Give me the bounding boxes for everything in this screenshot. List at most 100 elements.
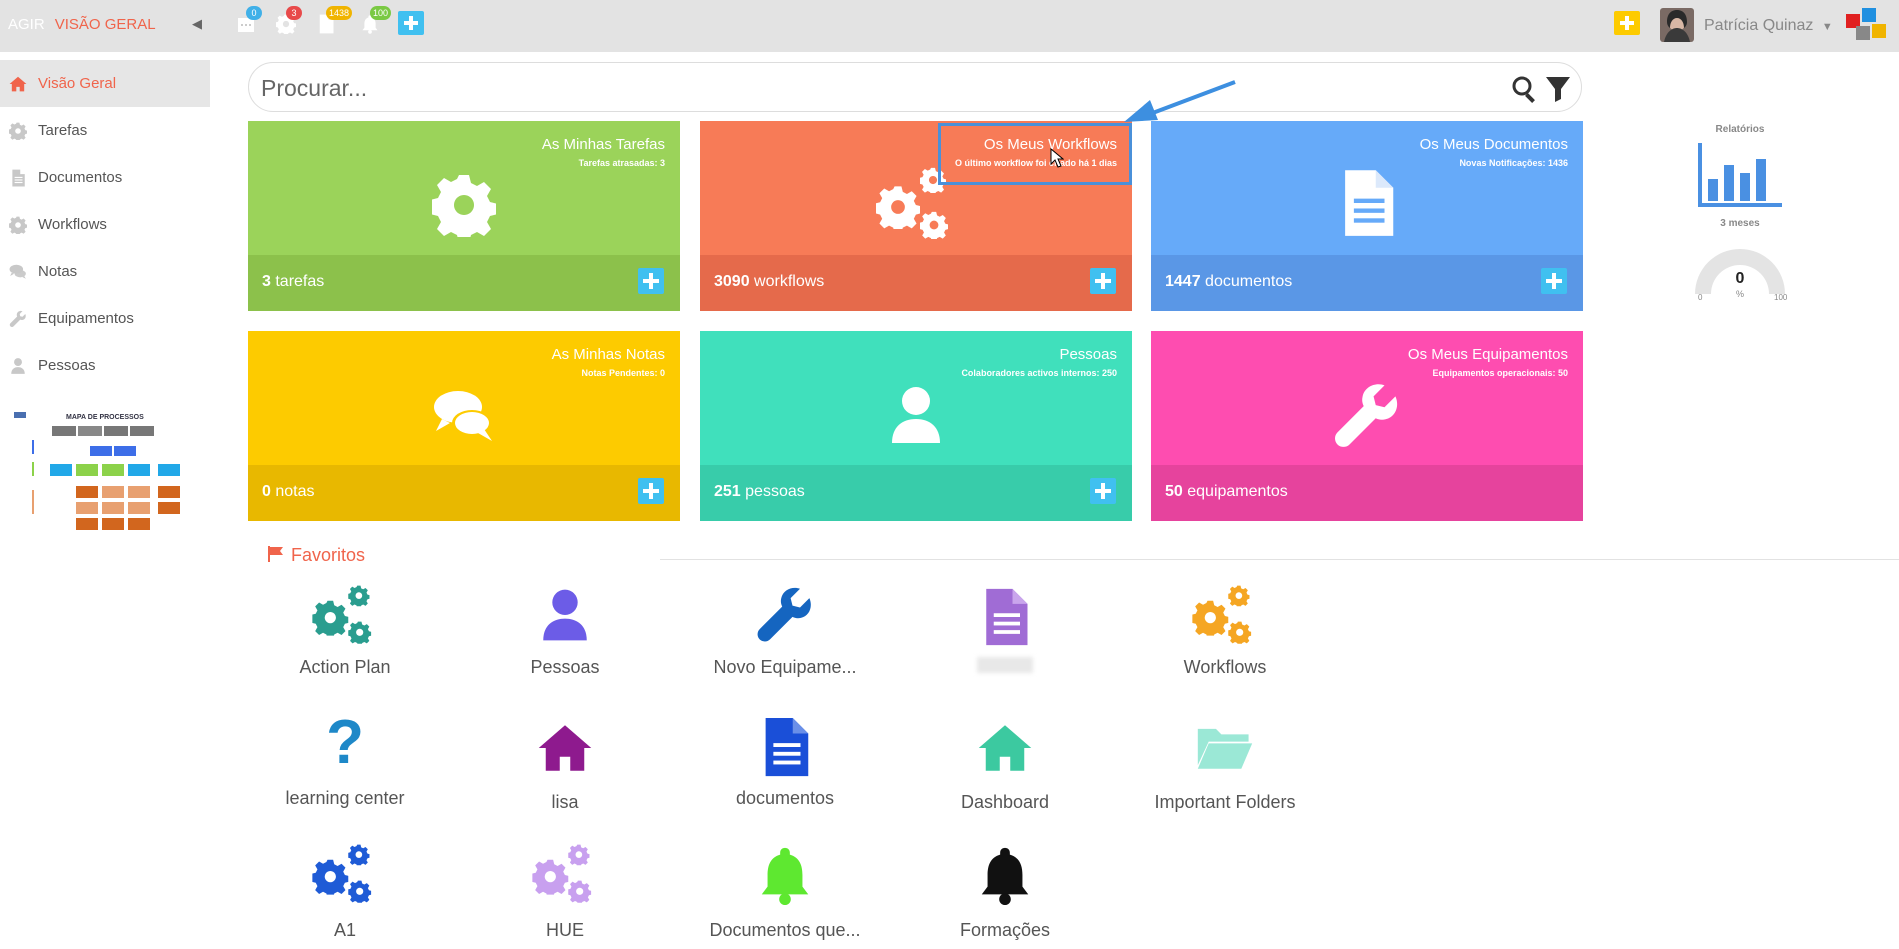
- card-title: As Minhas Tarefas: [541, 136, 665, 153]
- favorite-label: Dashboard: [960, 792, 1050, 812]
- search-input[interactable]: [261, 73, 1481, 103]
- gears-icon: [9, 216, 27, 234]
- filter-icon[interactable]: [1545, 75, 1571, 103]
- favorite-hue[interactable]: HUE: [465, 844, 665, 941]
- comments-icon: [434, 391, 492, 441]
- favorite-a1[interactable]: A1: [245, 844, 445, 941]
- sidebar-item-notas[interactable]: Notas: [0, 248, 210, 295]
- page-name: VISÃO GERAL: [54, 16, 156, 33]
- reports-widget[interactable]: Relatórios 3 meses 0 % 0 100: [1690, 124, 1790, 309]
- home-icon: [535, 720, 595, 776]
- document-icon: [765, 717, 809, 777]
- app-logo-icon[interactable]: [1846, 8, 1892, 44]
- favorite-label: A1: [333, 920, 357, 940]
- card-subtitle: Tarefas atrasadas: 3: [578, 158, 665, 168]
- favorite-workflows[interactable]: Workflows: [1125, 585, 1325, 678]
- sidebar-item-workflows[interactable]: Workflows: [0, 201, 210, 248]
- favorites-header: Favoritos: [267, 545, 365, 566]
- favorite-lisa[interactable]: lisa: [465, 720, 665, 813]
- card-subtitle: Notas Pendentes: 0: [581, 368, 665, 378]
- card-subtitle: Novas Notificações: 1436: [1459, 158, 1568, 168]
- bell-icon: [754, 844, 816, 906]
- favorite-label: HUE: [545, 920, 584, 940]
- favorite-label: Workflows: [1183, 657, 1267, 677]
- card-tarefas[interactable]: As Minhas Tarefas Tarefas atrasadas: 3 3…: [248, 121, 680, 311]
- card-count: 3 tarefas: [262, 273, 325, 290]
- gears-icon: [532, 844, 592, 903]
- documents-badge: 1438: [326, 6, 353, 20]
- sidebar-item-visao-geral[interactable]: Visão Geral: [0, 60, 210, 107]
- process-map-title: MAPA DE PROCESSOS: [66, 414, 144, 421]
- settings-icon[interactable]: 3: [276, 6, 302, 36]
- annotation-arrow-icon: [1124, 80, 1236, 122]
- card-title: Pessoas: [1059, 346, 1117, 363]
- home-icon: [9, 75, 27, 93]
- sidebar-item-tarefas[interactable]: Tarefas: [0, 107, 210, 154]
- favorite-label: Action Plan: [299, 657, 391, 677]
- notifications-bell-icon[interactable]: 100: [360, 6, 392, 36]
- search-icon[interactable]: [1511, 75, 1539, 103]
- document-icon: [9, 169, 27, 187]
- collapse-sidebar-icon[interactable]: ◀: [192, 16, 202, 32]
- favorite-pessoas[interactable]: Pessoas: [465, 585, 665, 678]
- sidebar: Visão Geral Tarefas Documentos Workflows…: [0, 60, 210, 389]
- card-title: Os Meus Documentos: [1419, 136, 1568, 153]
- favorite-important-folders[interactable]: Important Folders: [1125, 718, 1325, 813]
- quick-add-button[interactable]: [398, 11, 424, 35]
- settings-badge: 3: [286, 6, 302, 20]
- card-pessoas[interactable]: Pessoas Colaboradores activos internos: …: [700, 331, 1132, 521]
- favorite-action-plan[interactable]: Action Plan: [245, 585, 445, 678]
- wrench-icon: [9, 310, 27, 328]
- user-menu[interactable]: Patrícia Quinaz ▼: [1704, 17, 1833, 35]
- new-item-button[interactable]: [1614, 11, 1640, 35]
- card-count: 3090 workflows: [714, 273, 825, 290]
- sidebar-item-equipamentos[interactable]: Equipamentos: [0, 295, 210, 342]
- favorite-documento-blurred[interactable]: [905, 585, 1105, 673]
- home-icon: [975, 720, 1035, 776]
- gauge-max: 100: [1774, 293, 1788, 302]
- card-documentos[interactable]: Os Meus Documentos Novas Notificações: 1…: [1151, 121, 1583, 311]
- search-bar: [248, 62, 1582, 112]
- add-nota-button[interactable]: [638, 478, 664, 504]
- favorite-novo-equipamento[interactable]: Novo Equipame...: [685, 585, 885, 678]
- document-icon: [1345, 170, 1394, 236]
- sidebar-item-label: Pessoas: [38, 357, 96, 374]
- bar-chart-icon[interactable]: [1696, 139, 1784, 209]
- comments-icon: [9, 263, 27, 281]
- sidebar-item-documentos[interactable]: Documentos: [0, 154, 210, 201]
- chevron-down-icon: ▼: [1821, 21, 1833, 33]
- add-tarefa-button[interactable]: [638, 268, 664, 294]
- favorite-learning-center[interactable]: ? learning center: [245, 712, 445, 809]
- favorites-divider: [660, 559, 1899, 560]
- favorites-title: Favoritos: [291, 545, 366, 565]
- notifications-badge: 100: [370, 6, 392, 20]
- favorite-label: Formações: [959, 920, 1051, 940]
- card-title: Os Meus Equipamentos: [1407, 346, 1568, 363]
- bell-icon: [974, 844, 1036, 906]
- calendar-icon[interactable]: 0: [236, 6, 262, 36]
- process-map-thumbnail[interactable]: MAPA DE PROCESSOS: [12, 410, 182, 538]
- brand: AGIR VISÃO GERAL: [8, 16, 156, 33]
- reports-period: 3 meses: [1720, 218, 1760, 229]
- add-documento-button[interactable]: [1541, 268, 1567, 294]
- documents-icon[interactable]: 1438: [316, 6, 353, 36]
- calendar-badge: 0: [246, 6, 262, 20]
- reports-title: Relatórios: [1715, 124, 1765, 135]
- favorite-dashboard[interactable]: Dashboard: [905, 720, 1105, 813]
- add-workflow-button[interactable]: [1090, 268, 1116, 294]
- add-pessoa-button[interactable]: [1090, 478, 1116, 504]
- favorite-formacoes[interactable]: Formações: [905, 844, 1105, 941]
- sidebar-item-pessoas[interactable]: Pessoas: [0, 342, 210, 389]
- wrench-icon: [1332, 381, 1402, 451]
- app-name[interactable]: AGIR: [8, 16, 45, 33]
- favorite-documentos-que[interactable]: Documentos que...: [685, 844, 885, 941]
- favorite-documentos[interactable]: documentos: [685, 714, 885, 809]
- card-count: 0 notas: [262, 483, 315, 500]
- gauge: 0 % 0 100: [1690, 239, 1790, 309]
- blurred-label: [977, 657, 1033, 673]
- user-icon: [884, 381, 948, 449]
- card-notas[interactable]: As Minhas Notas Notas Pendentes: 0 0 not…: [248, 331, 680, 521]
- avatar[interactable]: [1660, 8, 1694, 42]
- card-equipamentos[interactable]: Os Meus Equipamentos Equipamentos operac…: [1151, 331, 1583, 521]
- favorite-label: Important Folders: [1154, 792, 1296, 812]
